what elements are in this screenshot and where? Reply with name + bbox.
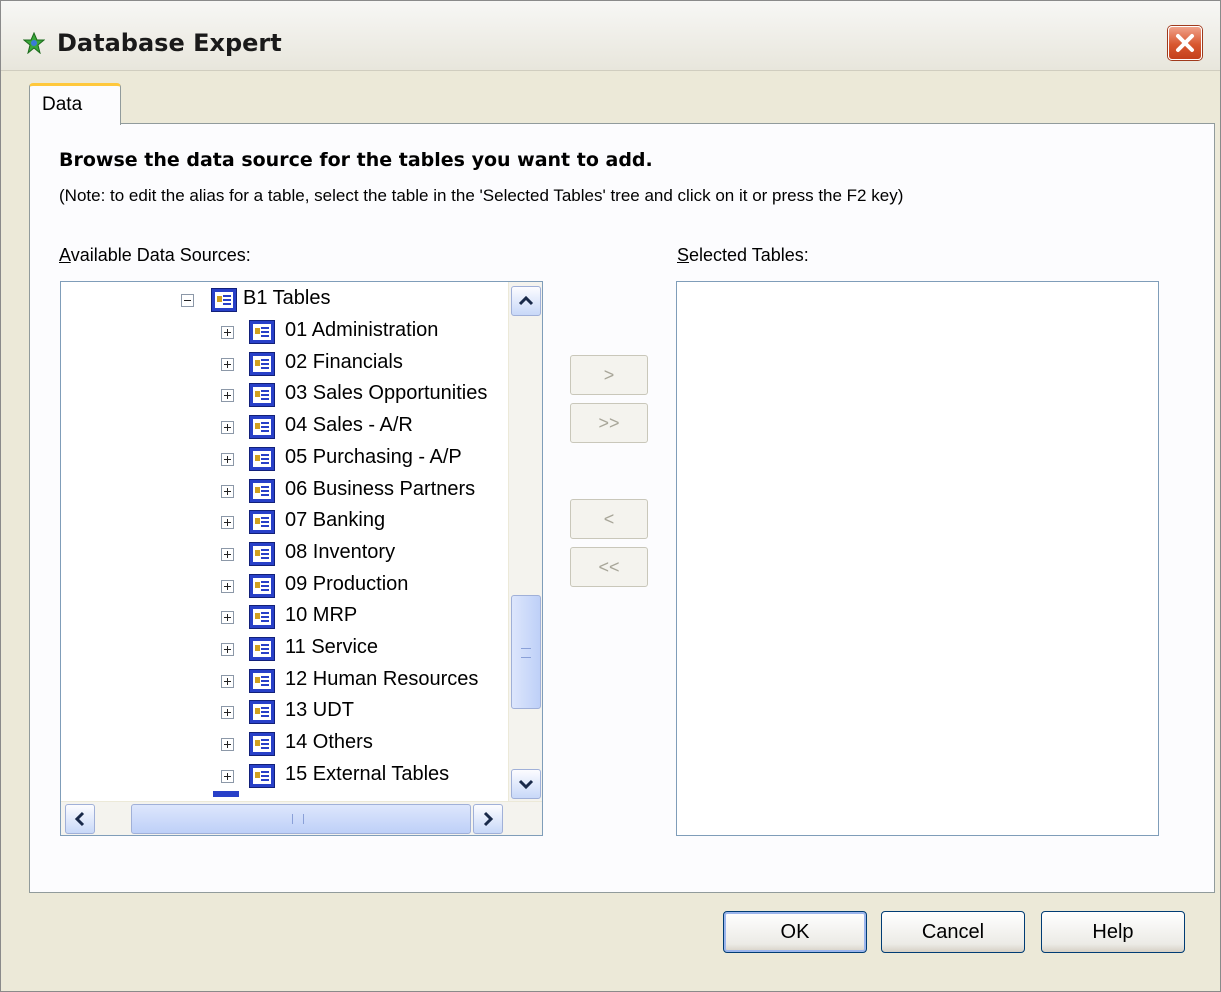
cancel-button[interactable]: Cancel <box>881 911 1025 953</box>
expand-icon[interactable] <box>221 326 234 339</box>
tree-node-label: B1 Tables <box>243 287 331 309</box>
vertical-scroll-thumb[interactable] <box>511 595 541 709</box>
alias-note: (Note: to edit the alias for a table, se… <box>59 186 904 205</box>
expand-icon[interactable] <box>221 770 234 783</box>
scroll-down-button[interactable] <box>511 769 541 799</box>
expand-icon[interactable] <box>221 706 234 719</box>
tree-node-label: 03 Sales Opportunities <box>285 382 488 404</box>
tree-node-label: 05 Purchasing - A/P <box>285 446 462 468</box>
table-folder-icon <box>249 700 275 724</box>
tree-node-label: 07 Banking <box>285 509 386 531</box>
table-folder-icon <box>249 415 275 439</box>
expand-icon[interactable] <box>221 580 234 593</box>
tree-node-label: 06 Business Partners <box>285 478 476 500</box>
expand-icon[interactable] <box>221 453 234 466</box>
tree-node-label: 08 Inventory <box>285 541 396 563</box>
vertical-scrollbar[interactable] <box>508 282 542 803</box>
expand-icon[interactable] <box>221 389 234 402</box>
table-folder-icon <box>249 320 275 344</box>
label-text: elected Tables: <box>689 245 809 265</box>
table-folder-icon <box>249 383 275 407</box>
expand-icon[interactable] <box>221 358 234 371</box>
window-title: Database Expert <box>57 29 282 57</box>
tree-node-label: 01 Administration <box>285 319 439 341</box>
add-table-button[interactable]: > <box>570 355 648 395</box>
help-button[interactable]: Help <box>1041 911 1185 953</box>
add-all-tables-button[interactable]: >> <box>570 403 648 443</box>
table-folder-icon <box>249 479 275 503</box>
available-data-sources-tree[interactable]: B1 Tables 01 Administration 02 Financials… <box>60 281 543 836</box>
expand-icon[interactable] <box>221 421 234 434</box>
close-icon <box>1176 34 1194 52</box>
database-expert-icon <box>22 31 46 55</box>
selected-tables-label: Selected Tables: <box>677 245 809 266</box>
ok-button[interactable]: OK <box>723 911 867 953</box>
table-folder-icon <box>249 669 275 693</box>
chevron-right-icon <box>483 811 494 827</box>
tab-label: Data <box>42 94 83 115</box>
label-text: vailable Data Sources: <box>70 245 251 265</box>
selected-tables-tree[interactable] <box>676 281 1159 836</box>
expand-icon[interactable] <box>221 738 234 751</box>
expand-icon[interactable] <box>221 516 234 529</box>
table-folder-icon <box>249 605 275 629</box>
tree-node-label: 14 Others <box>285 731 373 753</box>
remove-table-button[interactable]: < <box>570 499 648 539</box>
expand-icon[interactable] <box>221 548 234 561</box>
chevron-up-icon <box>518 295 534 306</box>
tree-node-label: 15 External Tables <box>285 763 450 785</box>
partial-tree-node <box>213 791 239 797</box>
scroll-up-button[interactable] <box>511 286 541 316</box>
title-bar: Database Expert <box>1 1 1220 71</box>
scroll-left-button[interactable] <box>65 804 95 834</box>
tree-node-label: 13 UDT <box>285 699 354 721</box>
tree-node-label: 12 Human Resources <box>285 668 479 690</box>
expand-icon[interactable] <box>221 611 234 624</box>
table-folder-icon <box>249 542 275 566</box>
table-folder-icon <box>249 732 275 756</box>
available-sources-label: Available Data Sources: <box>59 245 251 266</box>
tab-data[interactable]: Data <box>29 83 121 125</box>
close-button[interactable] <box>1168 26 1202 60</box>
expand-icon[interactable] <box>221 643 234 656</box>
table-folder-icon <box>249 764 275 788</box>
instruction-heading: Browse the data source for the tables yo… <box>59 149 653 171</box>
table-folder-icon <box>211 288 237 312</box>
table-folder-icon <box>249 637 275 661</box>
table-folder-icon <box>249 352 275 376</box>
tree-node-label: 11 Service <box>285 636 379 658</box>
horizontal-scroll-thumb[interactable] <box>131 804 471 834</box>
database-expert-dialog: Database Expert Data Browse the data sou… <box>0 0 1221 992</box>
tree-node-label: 02 Financials <box>285 351 403 373</box>
expand-icon[interactable] <box>221 675 234 688</box>
scroll-right-button[interactable] <box>473 804 503 834</box>
expand-icon[interactable] <box>221 485 234 498</box>
horizontal-scrollbar[interactable] <box>61 801 542 835</box>
tree-node-label: 10 MRP <box>285 604 358 626</box>
remove-all-tables-button[interactable]: << <box>570 547 648 587</box>
collapse-icon[interactable] <box>181 294 194 307</box>
accelerator-key: S <box>677 245 690 265</box>
accelerator-key: A <box>59 245 71 265</box>
table-folder-icon <box>249 447 275 471</box>
chevron-left-icon <box>74 811 85 827</box>
chevron-down-icon <box>518 779 534 790</box>
table-folder-icon <box>249 510 275 534</box>
table-folder-icon <box>249 574 275 598</box>
tree-node-label: 04 Sales - A/R <box>285 414 413 436</box>
tree-node-label: 09 Production <box>285 573 409 595</box>
